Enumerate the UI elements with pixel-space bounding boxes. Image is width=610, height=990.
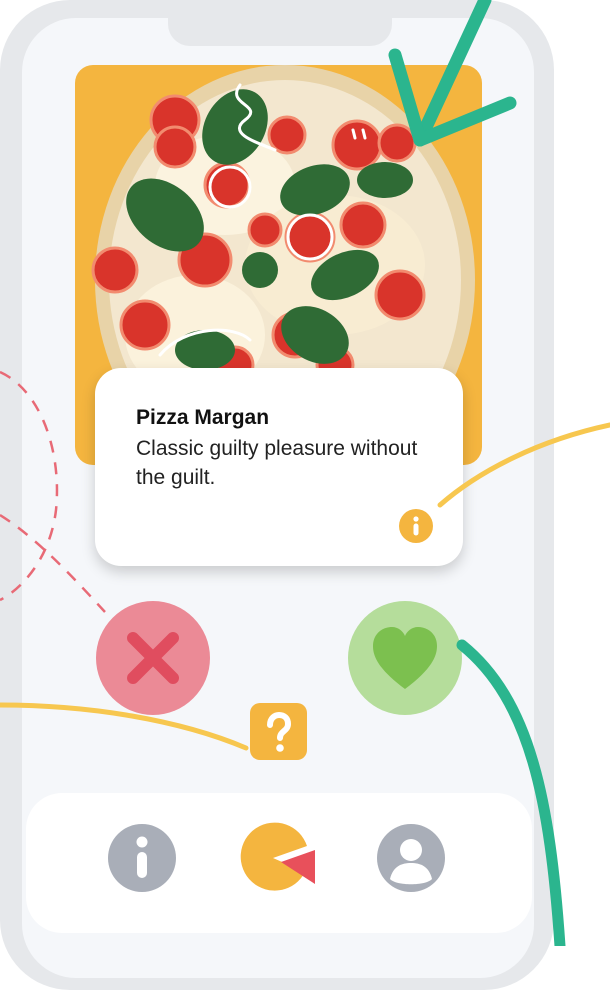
heart-icon — [373, 627, 437, 689]
phone-notch — [168, 0, 392, 46]
question-icon — [267, 711, 292, 752]
like-button[interactable] — [348, 601, 462, 715]
nav-stats-button[interactable] — [237, 822, 315, 894]
help-button[interactable] — [250, 703, 307, 760]
dish-description: Classic guilty pleasure without the guil… — [136, 437, 418, 489]
pie-chart-icon — [240, 822, 315, 891]
nav-profile-button[interactable] — [375, 822, 447, 894]
info-icon[interactable] — [399, 509, 433, 543]
user-icon — [377, 824, 445, 892]
bottom-nav-bar — [26, 793, 532, 933]
nav-info-button[interactable] — [106, 822, 178, 894]
close-icon — [127, 632, 179, 684]
phone-mockup: Pizza Margan Classic guilty pleasure wit… — [0, 0, 554, 990]
dish-title: Pizza Margan — [136, 406, 270, 429]
info-icon — [108, 824, 176, 892]
dish-info-card[interactable]: Pizza Margan Classic guilty pleasure wit… — [95, 368, 463, 566]
reject-button[interactable] — [96, 601, 210, 715]
